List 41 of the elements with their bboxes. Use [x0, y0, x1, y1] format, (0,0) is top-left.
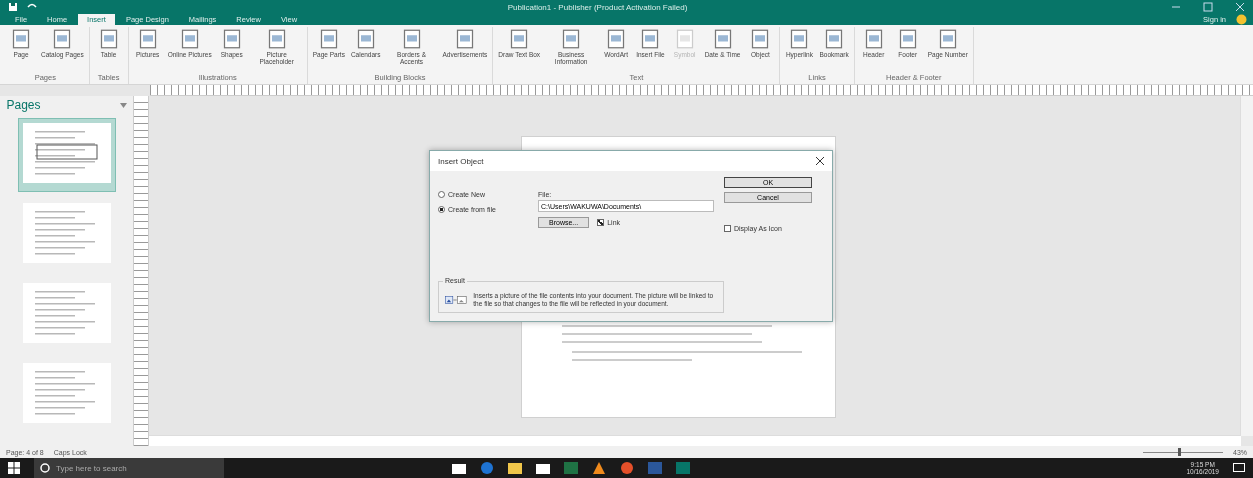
notifications-icon[interactable]	[1233, 463, 1245, 473]
windows-start-icon[interactable]	[8, 462, 20, 474]
document-icon	[789, 29, 810, 49]
document-icon	[401, 29, 422, 49]
document-icon	[318, 29, 339, 49]
save-icon[interactable]	[8, 2, 18, 12]
document-icon	[640, 29, 661, 49]
close-icon[interactable]	[816, 157, 824, 165]
document-icon	[454, 29, 475, 49]
document-icon	[137, 29, 158, 49]
pane-title: Pages	[6, 98, 41, 112]
document-icon	[712, 29, 733, 49]
document-icon	[509, 29, 530, 49]
cone-icon[interactable]	[592, 462, 606, 474]
document-icon	[355, 29, 376, 49]
zoom-slider-thumb[interactable]	[1177, 448, 1181, 456]
maximize-icon[interactable]	[1203, 2, 1213, 12]
document-icon	[937, 29, 958, 49]
document-icon	[674, 29, 695, 49]
taskbar-search-field[interactable]: Type here to search	[34, 458, 224, 478]
document-icon	[750, 29, 771, 49]
document-icon	[266, 29, 287, 49]
page-thumbnail[interactable]	[17, 118, 116, 192]
document-icon	[52, 29, 73, 49]
document-icon	[897, 29, 918, 49]
taskbar-app-icon[interactable]	[452, 462, 466, 474]
document-icon	[824, 29, 845, 49]
horizontal-scrollbar[interactable]	[149, 435, 1241, 446]
dialog-title: Insert Object	[438, 156, 484, 166]
document-icon	[221, 29, 242, 49]
document-icon	[606, 29, 627, 49]
vertical-scrollbar[interactable]	[1240, 96, 1253, 436]
folder-icon[interactable]	[508, 462, 522, 474]
search-icon	[40, 463, 50, 473]
document-icon	[561, 29, 582, 49]
document-icon	[11, 29, 31, 49]
document-icon	[179, 29, 200, 49]
dropdown-icon[interactable]	[119, 102, 127, 108]
document-icon	[863, 29, 884, 49]
window-title: Publication1 - Publisher (Product Activation Failed)	[506, 2, 689, 12]
document-icon	[98, 29, 119, 49]
